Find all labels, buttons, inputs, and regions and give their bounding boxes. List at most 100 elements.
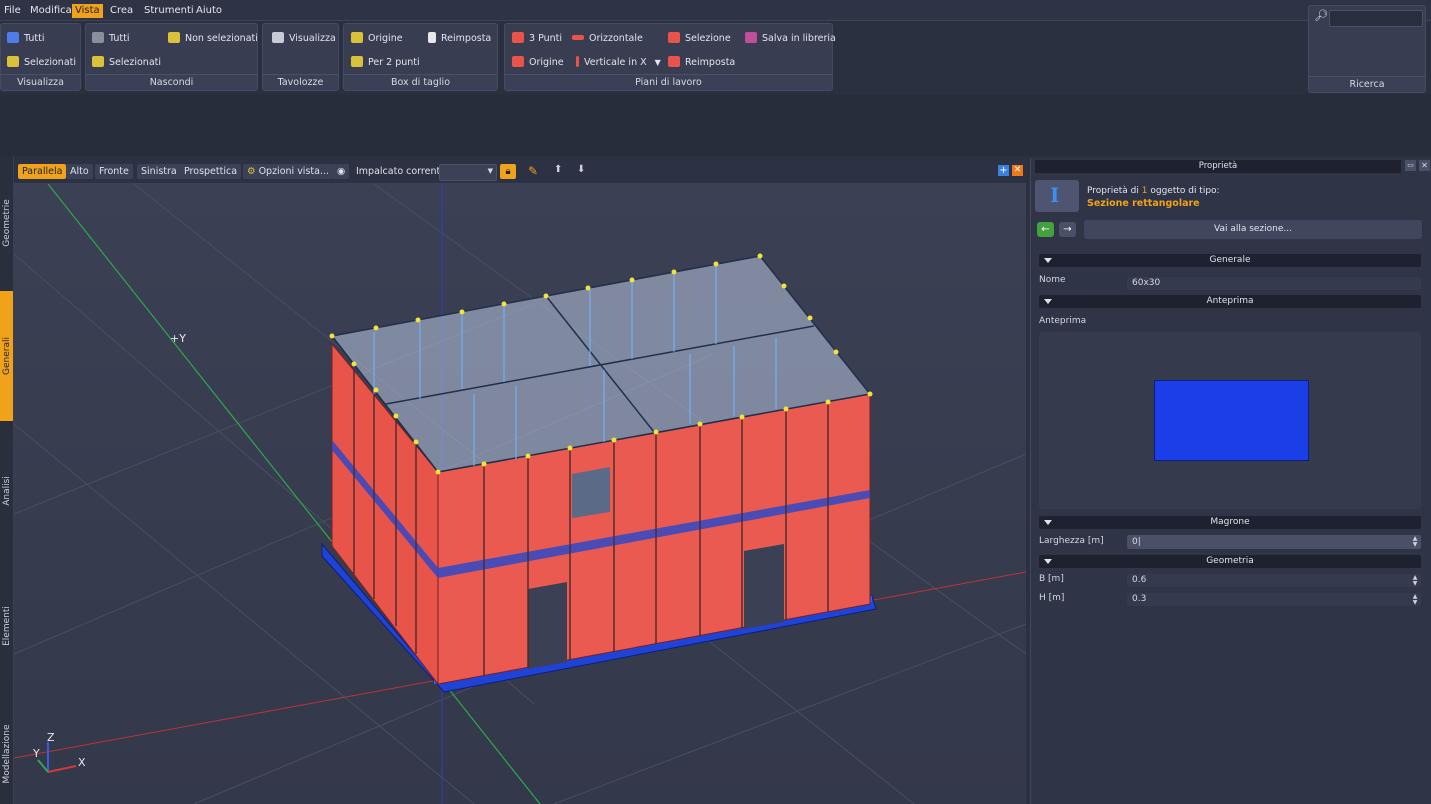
- collapse-icon: [1044, 299, 1052, 304]
- side-tab-geometrie[interactable]: Geometrie: [0, 168, 13, 278]
- view-toolbar: Parallela Alto Fronte Sinistra Prospetti…: [14, 159, 1026, 184]
- section-geometria[interactable]: Geometria: [1039, 555, 1421, 568]
- collapse-icon: [1044, 520, 1052, 525]
- collapse-icon: [1044, 258, 1052, 263]
- camera-icon: ◉: [337, 166, 346, 177]
- menu-modifica[interactable]: Modifica: [27, 4, 75, 18]
- show-selected-icon: [7, 56, 19, 67]
- search-input[interactable]: [1329, 10, 1423, 27]
- section-type-icon: I: [1035, 180, 1079, 212]
- group-caption-tavolozze: Tavolozze: [263, 74, 338, 90]
- ribbon-spacer: [0, 94, 1431, 156]
- spinner-icon[interactable]: ▲ ▼: [1412, 536, 1418, 548]
- three-points-icon: [512, 32, 524, 43]
- spinner-icon[interactable]: ▲ ▼: [1412, 594, 1418, 606]
- axis-y-label: +Y: [170, 332, 186, 345]
- side-tab-modellazione[interactable]: Modellazione: [0, 704, 13, 804]
- goto-section-button[interactable]: Vai alla sezione...: [1084, 220, 1422, 239]
- maximize-icon[interactable]: +: [998, 165, 1009, 176]
- impalcato-label: Impalcato corrente:: [356, 166, 450, 177]
- menu-file[interactable]: File: [1, 4, 24, 18]
- side-tabs: Geometrie Generali Analisi Elementi Mode…: [0, 156, 14, 804]
- menubar: File Modifica Vista Crea Strumenti Aiuto: [0, 0, 1431, 21]
- workplane-3points-button[interactable]: 3 Punti: [512, 31, 562, 47]
- view-perspective-button[interactable]: Prospettica: [180, 164, 242, 179]
- object-type: Sezione rettangolare: [1087, 198, 1200, 209]
- section-magrone[interactable]: Magrone: [1039, 516, 1421, 529]
- float-panel-icon[interactable]: ▭: [1405, 160, 1416, 171]
- workplane-save-library-button[interactable]: Salva in libreria: [745, 31, 836, 47]
- reset-icon: [428, 32, 436, 43]
- impalcato-select[interactable]: ▼: [439, 164, 497, 181]
- group-piani-lavoro: 3 Punti Orizzontale Selezione Salva in l…: [504, 23, 836, 91]
- hide-unselected-button[interactable]: Non selezionati: [168, 31, 258, 47]
- menu-aiuto[interactable]: Aiuto: [193, 4, 225, 18]
- view-top-button[interactable]: Alto: [66, 164, 93, 179]
- group-caption-nascondi: Nascondi: [86, 74, 257, 90]
- section-generale[interactable]: Generale: [1039, 254, 1421, 267]
- two-points-icon: [351, 56, 363, 67]
- group-caption-piani: Piani di lavoro: [505, 74, 832, 90]
- workplane-selection-button[interactable]: Selezione: [668, 31, 731, 47]
- camera-button[interactable]: ◉: [333, 164, 350, 179]
- group-nascondi: Tutti Non selezionati Selezionati Nascon…: [85, 23, 258, 91]
- h-input[interactable]: 0.3 ▲ ▼: [1127, 593, 1421, 606]
- back-icon[interactable]: ←: [1037, 222, 1054, 237]
- show-selected-button[interactable]: Selezionati: [7, 55, 76, 71]
- close-view-icon[interactable]: ✕: [1012, 165, 1023, 176]
- triad-x-label: X: [78, 756, 86, 769]
- vertical-plane-icon: [576, 56, 579, 67]
- view-options-button[interactable]: ⚙︎ Opzioni vista...: [243, 164, 334, 179]
- larghezza-label: Larghezza [m]: [1039, 536, 1104, 546]
- view-front-button[interactable]: Fronte: [95, 164, 133, 179]
- spinner-icon[interactable]: ▲ ▼: [1412, 575, 1418, 587]
- side-tab-analisi[interactable]: Analisi: [0, 431, 13, 551]
- clip-box-two-points-button[interactable]: Per 2 punti: [351, 55, 420, 71]
- side-tab-elementi[interactable]: Elementi: [0, 561, 13, 691]
- model-canvas: +Y Z Y X: [14, 184, 1026, 804]
- view-left-button[interactable]: Sinistra: [137, 164, 181, 179]
- menu-vista[interactable]: Vista: [72, 4, 103, 18]
- workplane-origin-button[interactable]: Origine: [512, 55, 564, 71]
- view-parallel-button[interactable]: Parallela: [18, 164, 67, 179]
- properties-panel: Proprietà ▭ ✕ I Proprietà di 1 oggetto d…: [1030, 158, 1431, 804]
- chevron-down-icon: ▼: [487, 167, 493, 175]
- palette-icon: [272, 32, 284, 43]
- hide-all-icon: [92, 32, 104, 43]
- workplane-reset-button[interactable]: Reimposta: [668, 55, 735, 71]
- hide-selected-button[interactable]: Selezionati: [92, 55, 161, 71]
- arrow-up-icon[interactable]: ⬆: [554, 164, 562, 175]
- collapse-icon: [1044, 559, 1052, 564]
- larghezza-input[interactable]: 0| ▲ ▼: [1127, 535, 1421, 549]
- workplane-vertical-x-button[interactable]: Verticale in X ▼: [576, 55, 661, 71]
- workplane-horizontal-button[interactable]: Orizzontale: [572, 31, 643, 47]
- wrench-icon[interactable]: ✎: [528, 164, 538, 178]
- origin-icon: [351, 32, 363, 43]
- close-panel-icon[interactable]: ✕: [1419, 160, 1430, 171]
- triad-z-label: Z: [47, 731, 55, 744]
- show-all-button[interactable]: Tutti: [7, 31, 44, 47]
- ribbon: Tutti Selezionati Visualizza Tutti Non s…: [0, 21, 1431, 93]
- section-anteprima[interactable]: Anteprima: [1039, 295, 1421, 308]
- viewport-3d[interactable]: +Y Z Y X: [14, 184, 1026, 804]
- arrow-down-icon[interactable]: ⬇: [577, 164, 585, 175]
- window-opening: [572, 467, 610, 518]
- section-preview: [1039, 332, 1421, 509]
- group-tavolozze: Visualizza Tavolozze: [262, 23, 339, 91]
- nome-field[interactable]: 60x30: [1127, 277, 1421, 290]
- side-tab-generali[interactable]: Generali: [0, 291, 13, 421]
- plane-reset-icon: [668, 56, 680, 67]
- forward-icon[interactable]: →: [1059, 222, 1076, 237]
- palettes-show-button[interactable]: Visualizza: [272, 31, 336, 47]
- show-all-icon: [7, 32, 19, 43]
- menu-crea[interactable]: Crea: [107, 4, 136, 18]
- b-input[interactable]: 0.6 ▲ ▼: [1127, 574, 1421, 587]
- dropdown-arrow-icon[interactable]: ▼: [655, 58, 661, 67]
- lock-button[interactable]: 🔒︎: [500, 164, 516, 179]
- menu-strumenti[interactable]: Strumenti: [141, 4, 197, 18]
- clip-box-origin-button[interactable]: Origine: [351, 31, 403, 47]
- search-icon: 🔎︎: [1314, 9, 1328, 22]
- hide-all-button[interactable]: Tutti: [92, 31, 129, 47]
- nome-label: Nome: [1039, 275, 1066, 285]
- clip-box-reset-button[interactable]: Reimposta: [428, 31, 491, 47]
